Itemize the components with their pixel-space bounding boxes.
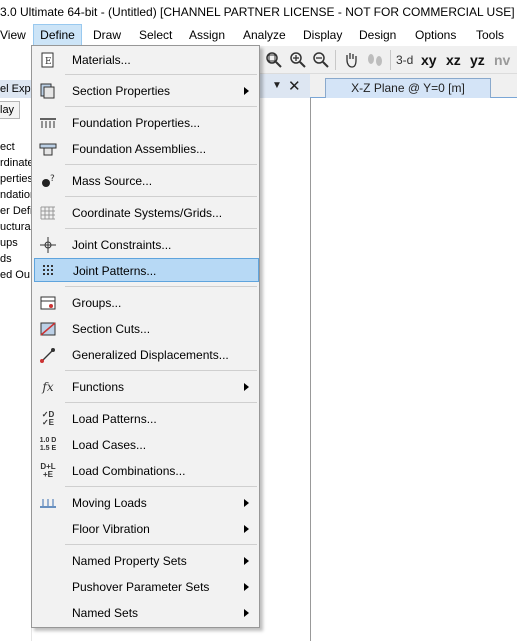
menu-define[interactable]: Define xyxy=(33,24,82,46)
foundation-assemblies-icon xyxy=(39,143,57,156)
submenu-arrow-icon xyxy=(244,525,249,533)
menu-select[interactable]: Select xyxy=(139,24,172,46)
walk-icon[interactable] xyxy=(365,51,385,69)
menu-item-load-combinations[interactable]: D+L +E Load Combinations... xyxy=(34,459,259,483)
zoom-out-icon[interactable] xyxy=(312,51,330,69)
panel-header-strip xyxy=(260,74,310,98)
window-title-bar: 3.0 Ultimate 64-bit - (Untitled) [CHANNE… xyxy=(0,0,517,24)
menu-item-mass-source[interactable]: ? Mass Source... xyxy=(34,169,259,193)
viewport-tab[interactable]: X-Z Plane @ Y=0 [m] xyxy=(325,78,491,98)
section-properties-icon xyxy=(40,83,55,99)
pan-hand-icon[interactable] xyxy=(342,51,360,69)
view-yz-button[interactable]: yz xyxy=(470,51,485,69)
joint-patterns-icon xyxy=(43,265,53,275)
menu-separator xyxy=(65,286,257,287)
menu-view[interactable]: View xyxy=(0,24,26,46)
submenu-arrow-icon xyxy=(244,87,249,95)
menu-item-load-patterns[interactable]: ✓D ✓E Load Patterns... xyxy=(34,407,259,431)
section-cuts-icon xyxy=(40,322,56,336)
submenu-arrow-icon xyxy=(244,609,249,617)
model-explorer-header: el Expl xyxy=(0,80,32,98)
menu-item-floor-vibration[interactable]: Floor Vibration xyxy=(34,517,259,541)
menu-item-foundation-properties[interactable]: Foundation Properties... xyxy=(34,111,259,135)
menu-draw[interactable]: Draw xyxy=(93,24,121,46)
submenu-arrow-icon xyxy=(244,499,249,507)
menu-display[interactable]: Display xyxy=(303,24,342,46)
submenu-arrow-icon xyxy=(244,557,249,565)
load-cases-icon: 1.0 D 1.5 E xyxy=(39,437,57,452)
groups-icon xyxy=(40,296,56,310)
menu-assign[interactable]: Assign xyxy=(189,24,225,46)
display-tab[interactable]: lay xyxy=(0,101,20,119)
materials-icon: E xyxy=(41,52,54,68)
view-3d-button[interactable]: 3-d xyxy=(396,51,413,69)
menu-item-generalized-displacements[interactable]: Generalized Displacements... xyxy=(34,343,259,367)
menu-item-materials[interactable]: E Materials... xyxy=(34,48,259,72)
mass-source-icon: ? xyxy=(42,174,55,187)
menu-separator xyxy=(65,106,257,107)
menu-options[interactable]: Options xyxy=(415,24,456,46)
menu-bar: View Define Draw Select Assign Analyze D… xyxy=(0,24,517,46)
menu-item-pushover-parameter-sets[interactable]: Pushover Parameter Sets xyxy=(34,575,259,599)
menu-item-section-properties[interactable]: Section Properties xyxy=(34,79,259,103)
menu-tools[interactable]: Tools xyxy=(476,24,504,46)
load-patterns-icon: ✓D ✓E xyxy=(41,410,55,427)
menu-separator xyxy=(65,164,257,165)
menu-separator xyxy=(65,544,257,545)
menu-item-functions[interactable]: fx Functions xyxy=(34,375,259,399)
svg-text:E: E xyxy=(45,57,52,67)
menu-item-foundation-assemblies[interactable]: Foundation Assemblies... xyxy=(34,137,259,161)
menu-item-coordinate-systems[interactable]: Coordinate Systems/Grids... xyxy=(34,201,259,225)
zoom-in-icon[interactable] xyxy=(289,51,307,69)
submenu-arrow-icon xyxy=(244,583,249,591)
define-menu: E Materials... Section Properties Founda… xyxy=(31,45,260,628)
close-icon[interactable]: ✕ xyxy=(288,77,301,95)
menu-separator xyxy=(65,228,257,229)
view-nv-button[interactable]: nv xyxy=(494,51,510,69)
generalized-displacements-icon xyxy=(40,348,55,363)
load-combinations-icon: D+L +E xyxy=(40,462,56,479)
joint-constraints-icon xyxy=(40,237,56,253)
menu-separator xyxy=(65,370,257,371)
view-xy-button[interactable]: xy xyxy=(421,51,437,69)
menu-item-joint-patterns[interactable]: Joint Patterns... xyxy=(34,258,259,282)
toolbar-divider xyxy=(390,50,391,70)
moving-loads-icon xyxy=(40,499,56,508)
toolbar: 3-d xy xz yz nv xyxy=(259,46,517,74)
pin-dropdown-icon[interactable]: ▼ xyxy=(272,80,282,91)
foundation-properties-icon xyxy=(40,118,56,128)
menu-item-load-cases[interactable]: 1.0 D 1.5 E Load Cases... xyxy=(34,433,259,457)
menu-design[interactable]: Design xyxy=(359,24,396,46)
menu-item-moving-loads[interactable]: Moving Loads xyxy=(34,491,259,515)
menu-item-groups[interactable]: Groups... xyxy=(34,291,259,315)
menu-separator xyxy=(65,74,257,75)
menu-item-joint-constraints[interactable]: Joint Constraints... xyxy=(34,233,259,257)
menu-separator xyxy=(65,402,257,403)
functions-icon: fx xyxy=(42,380,54,394)
menu-item-named-property-sets[interactable]: Named Property Sets xyxy=(34,549,259,573)
menu-item-named-sets[interactable]: Named Sets xyxy=(34,601,259,625)
toolbar-divider xyxy=(335,50,336,70)
submenu-arrow-icon xyxy=(244,383,249,391)
view-xz-button[interactable]: xz xyxy=(446,51,461,69)
window-title: 3.0 Ultimate 64-bit - (Untitled) [CHANNE… xyxy=(0,5,515,19)
zoom-window-icon[interactable] xyxy=(265,51,283,69)
svg-text:?: ? xyxy=(50,174,55,184)
menu-separator xyxy=(65,196,257,197)
menu-item-section-cuts[interactable]: Section Cuts... xyxy=(34,317,259,341)
menu-separator xyxy=(65,486,257,487)
menu-analyze[interactable]: Analyze xyxy=(243,24,286,46)
viewport[interactable] xyxy=(310,74,517,641)
grid-icon xyxy=(40,206,55,220)
